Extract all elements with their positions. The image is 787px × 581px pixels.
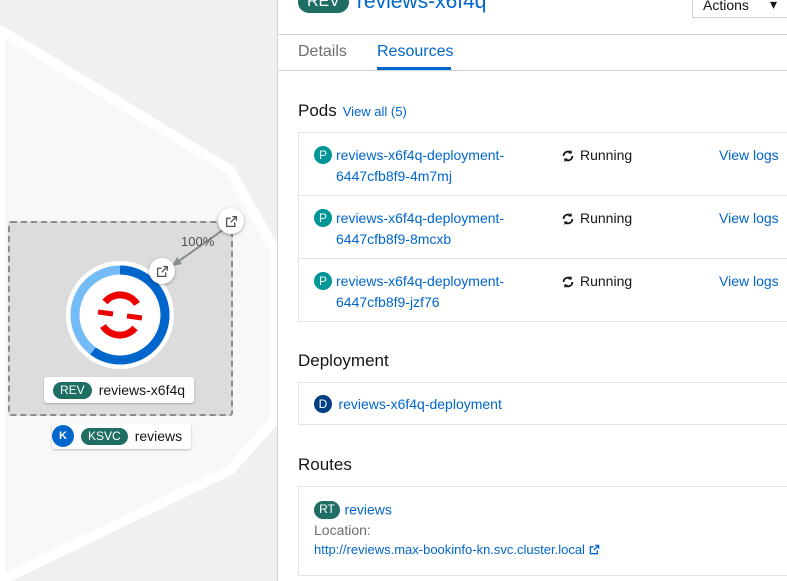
open-revision-url-button[interactable] bbox=[149, 258, 175, 284]
pod-badge: P bbox=[314, 209, 332, 227]
view-all-pods-link[interactable]: View all (5) bbox=[343, 104, 407, 119]
pod-badge: P bbox=[314, 146, 332, 164]
tab-details[interactable]: Details bbox=[298, 43, 347, 61]
panel-tabs: Details Resources bbox=[278, 34, 787, 71]
revision-node-label[interactable]: REV reviews-x6f4q bbox=[44, 377, 195, 403]
deployment-card: D reviews-x6f4q-deployment bbox=[298, 382, 787, 425]
revision-name: reviews-x6f4q bbox=[98, 382, 186, 398]
rev-badge: REV bbox=[53, 381, 92, 399]
route-link[interactable]: reviews bbox=[344, 501, 391, 517]
pod-badge: P bbox=[314, 272, 332, 290]
external-link-icon bbox=[156, 265, 168, 277]
pod-name-link[interactable]: reviews-x6f4q-deployment- 6447cfb8f9-8mcx… bbox=[336, 208, 536, 250]
view-logs-link[interactable]: View logs bbox=[719, 145, 779, 166]
route-url-link[interactable]: http://reviews.max-bookinfo-kn.svc.clust… bbox=[314, 542, 585, 557]
ksvc-badge: KSVC bbox=[81, 427, 128, 445]
panel-header: REV reviews-x6f4q bbox=[298, 0, 486, 14]
route-url-row: http://reviews.max-bookinfo-kn.svc.clust… bbox=[314, 540, 777, 560]
actions-dropdown[interactable]: Actions ▾ bbox=[692, 0, 787, 18]
service-node-label[interactable]: K KSVC reviews bbox=[52, 423, 192, 449]
tab-resources[interactable]: Resources bbox=[377, 43, 453, 61]
deployment-link[interactable]: reviews-x6f4q-deployment bbox=[338, 396, 501, 412]
external-link-icon bbox=[590, 544, 600, 555]
pod-status: Running bbox=[561, 208, 632, 229]
pods-section-title: Pods View all (5) bbox=[298, 101, 407, 121]
traffic-percentage: 100% bbox=[181, 234, 215, 249]
service-name: reviews bbox=[134, 428, 183, 444]
pod-name-link[interactable]: reviews-x6f4q-deployment- 6447cfb8f9-4m7m… bbox=[336, 145, 536, 187]
pod-row: P reviews-x6f4q-deployment- 6447cfb8f9-8m… bbox=[299, 196, 787, 259]
route-row: RT reviews bbox=[314, 499, 777, 520]
active-tab-indicator bbox=[377, 67, 451, 70]
external-link-icon bbox=[225, 215, 237, 227]
route-badge: RT bbox=[314, 500, 340, 519]
side-panel: REV reviews-x6f4q Actions ▾ Details Reso… bbox=[277, 0, 787, 581]
routes-section-title: Routes bbox=[298, 455, 352, 474]
title-badge: REV bbox=[298, 0, 349, 13]
topology-canvas[interactable]: 100% REV reviews-x6f4q K KSVC reviews bbox=[0, 0, 277, 581]
caret-down-icon: ▾ bbox=[769, 0, 777, 12]
panel-title[interactable]: reviews-x6f4q bbox=[357, 0, 487, 14]
deployment-section-title: Deployment bbox=[298, 351, 389, 370]
routes-card: RT reviews Location: http://reviews.max-… bbox=[298, 486, 787, 576]
pod-status: Running bbox=[561, 145, 632, 166]
pods-list: P reviews-x6f4q-deployment- 6447cfb8f9-4m… bbox=[298, 132, 787, 322]
open-url-button[interactable] bbox=[218, 208, 244, 234]
location-label: Location: bbox=[314, 522, 371, 539]
pod-status: Running bbox=[561, 271, 632, 292]
view-logs-link[interactable]: View logs bbox=[719, 271, 779, 292]
sync-icon bbox=[562, 275, 574, 288]
sync-icon bbox=[562, 212, 574, 225]
actions-label: Actions bbox=[703, 0, 749, 13]
knative-icon: K bbox=[52, 425, 74, 447]
pod-name-link[interactable]: reviews-x6f4q-deployment- 6447cfb8f9-jzf7… bbox=[336, 271, 536, 313]
deployment-badge: D bbox=[314, 395, 332, 413]
pod-row: P reviews-x6f4q-deployment- 6447cfb8f9-4m… bbox=[299, 133, 787, 196]
sync-icon bbox=[562, 149, 574, 162]
pod-row: P reviews-x6f4q-deployment- 6447cfb8f9-jz… bbox=[299, 259, 787, 322]
pods-title: Pods bbox=[298, 101, 337, 120]
view-logs-link[interactable]: View logs bbox=[719, 208, 779, 229]
